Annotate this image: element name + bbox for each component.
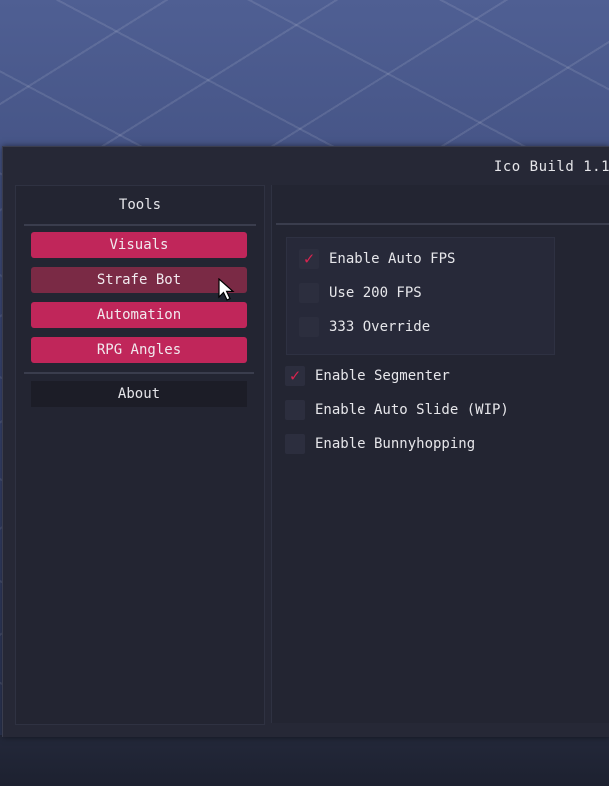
option-333-override[interactable]: 333 Override bbox=[299, 316, 430, 338]
checkmark-icon[interactable]: ✓ bbox=[285, 366, 305, 386]
option-enable-auto-slide[interactable]: Enable Auto Slide (WIP) bbox=[285, 399, 509, 421]
option-label: Enable Segmenter bbox=[315, 368, 450, 384]
fps-options-group: ✓ Enable Auto FPS Use 200 FPS 333 Overri… bbox=[286, 237, 555, 355]
checkmark-icon[interactable]: ✓ bbox=[299, 249, 319, 269]
checkbox[interactable] bbox=[299, 317, 319, 337]
option-label: Use 200 FPS bbox=[329, 285, 422, 301]
option-label: Enable Auto Slide (WIP) bbox=[315, 402, 509, 418]
sidebar-divider bbox=[24, 372, 254, 374]
option-use-200-fps[interactable]: Use 200 FPS bbox=[299, 282, 422, 304]
option-label: 333 Override bbox=[329, 319, 431, 335]
scene-floor bbox=[0, 735, 609, 786]
checkbox[interactable] bbox=[285, 400, 305, 420]
tools-sidebar: Tools Visuals Strafe Bot Automation RPG … bbox=[15, 185, 265, 725]
option-label: Enable Auto FPS bbox=[329, 251, 456, 267]
nav-button-rpg-angles[interactable]: RPG Angles bbox=[31, 337, 247, 363]
option-enable-segmenter[interactable]: ✓ Enable Segmenter bbox=[285, 365, 450, 387]
mouse-cursor-icon bbox=[218, 278, 235, 301]
menu-window: Ico Build 1.1 Tools Visuals Strafe Bot A… bbox=[2, 146, 609, 737]
options-header-divider bbox=[276, 223, 609, 225]
nav-button-automation[interactable]: Automation bbox=[31, 302, 247, 328]
nav-button-about[interactable]: About bbox=[31, 381, 247, 407]
option-label: Enable Bunnyhopping bbox=[315, 436, 476, 452]
options-panel: ✓ Enable Auto FPS Use 200 FPS 333 Overri… bbox=[271, 185, 609, 723]
window-title: Ico Build 1.1 bbox=[493, 159, 609, 175]
option-enable-auto-fps[interactable]: ✓ Enable Auto FPS bbox=[299, 248, 455, 270]
checkbox[interactable] bbox=[299, 283, 319, 303]
sidebar-header: Tools bbox=[24, 186, 256, 226]
option-enable-bunnyhopping[interactable]: Enable Bunnyhopping bbox=[285, 433, 475, 455]
checkbox[interactable] bbox=[285, 434, 305, 454]
nav-button-visuals[interactable]: Visuals bbox=[31, 232, 247, 258]
nav-button-strafe-bot[interactable]: Strafe Bot bbox=[31, 267, 247, 293]
